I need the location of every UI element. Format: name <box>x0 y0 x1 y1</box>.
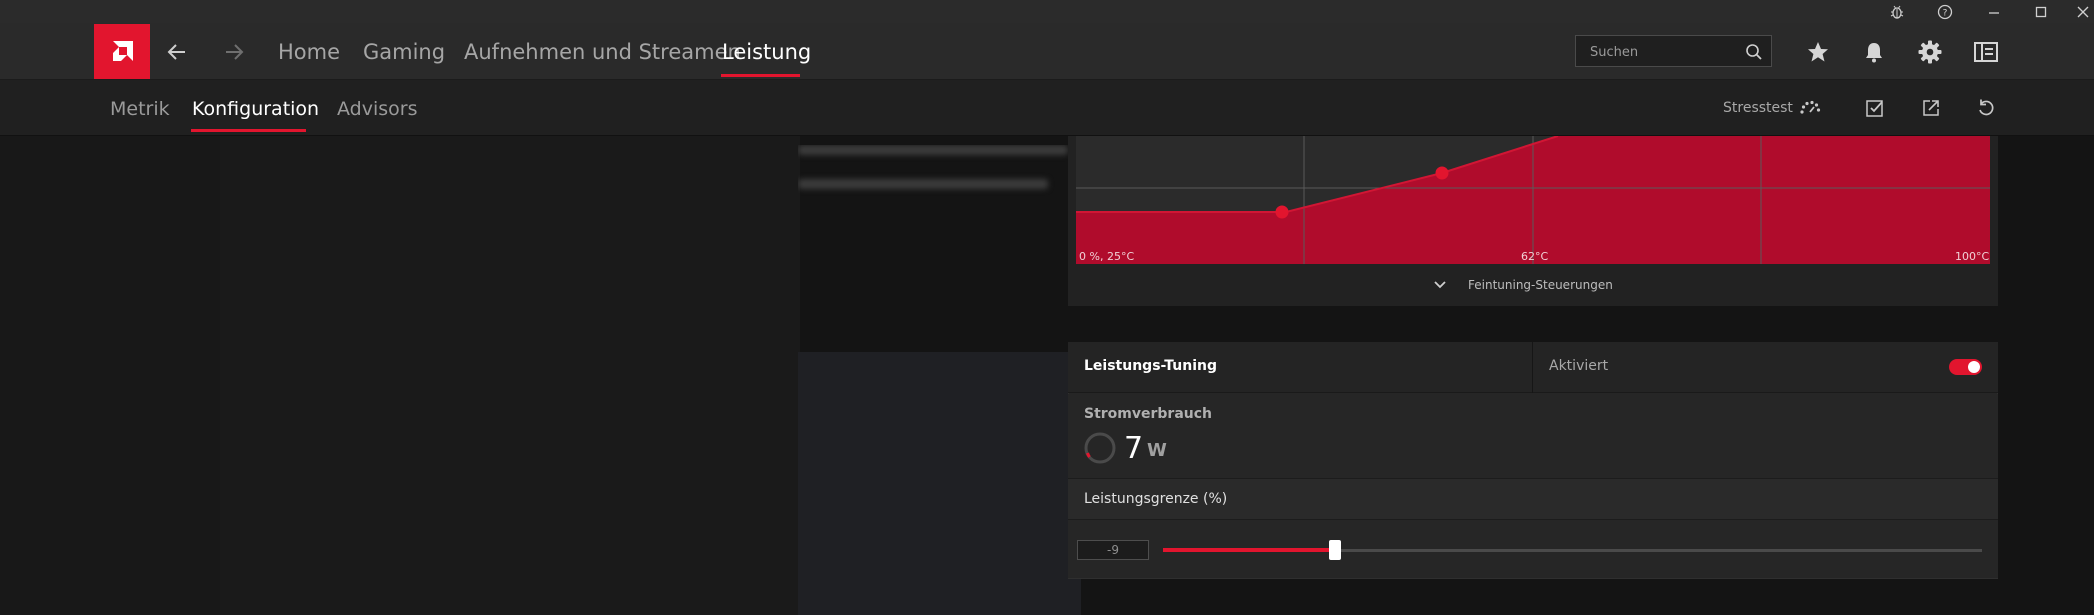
forward-arrow-icon[interactable] <box>218 38 250 66</box>
chevron-down-icon <box>1434 281 1446 289</box>
tab-konfiguration[interactable]: Konfiguration <box>192 98 319 120</box>
search-box[interactable] <box>1575 35 1772 67</box>
tuning-toggle[interactable] <box>1949 359 1982 375</box>
nav-active-indicator <box>721 74 800 77</box>
amd-logo-icon <box>113 40 133 61</box>
maximize-icon[interactable] <box>2026 0 2056 23</box>
chart-label-start: 0 %, 25°C <box>1079 250 1135 263</box>
toggle-knob <box>1968 361 1980 373</box>
chart-label-end: 100°C <box>1955 250 1990 263</box>
curve-point-1[interactable] <box>1275 205 1289 219</box>
reset-icon[interactable] <box>1971 94 2001 122</box>
minimize-icon[interactable] <box>1979 0 2009 23</box>
tab-metrik[interactable]: Metrik <box>110 98 170 120</box>
nav-gaming[interactable]: Gaming <box>363 40 445 64</box>
power-gauge-icon <box>1084 432 1116 464</box>
back-arrow-icon[interactable] <box>161 38 193 66</box>
tab-advisors[interactable]: Advisors <box>337 98 417 120</box>
fan-curve-chart[interactable] <box>1076 136 1990 264</box>
content-pane <box>220 136 800 615</box>
nav-aufnehmen-und-streamen[interactable]: Aufnehmen und Streamen <box>464 40 741 64</box>
stress-gauge-icon[interactable] <box>1795 94 1825 122</box>
amd-logo[interactable] <box>94 24 150 79</box>
stresstest-label[interactable]: Stresstest <box>1723 100 1793 116</box>
power-limit-thumb[interactable] <box>1328 540 1341 560</box>
blurred-panel <box>798 352 1081 615</box>
power-limit-input[interactable]: -9 <box>1077 540 1149 560</box>
svg-text:?: ? <box>1943 8 1948 18</box>
window-title-bar <box>0 0 2094 23</box>
sidebar-toggle-icon[interactable] <box>1969 36 2003 68</box>
fine-tune-label: Feintuning-Steuerungen <box>1468 278 1613 292</box>
search-input[interactable] <box>1588 41 1742 63</box>
power-limit-label: Leistungsgrenze (%) <box>1084 491 1228 507</box>
export-icon[interactable] <box>1916 94 1946 122</box>
power-unit: W <box>1147 440 1167 461</box>
header-divider <box>1532 342 1533 393</box>
star-icon[interactable] <box>1801 36 1835 68</box>
tuning-title: Leistungs-Tuning <box>1084 358 1218 374</box>
power-value: 7 <box>1124 431 1144 466</box>
bug-icon[interactable] <box>1882 0 1912 23</box>
blurred-description <box>798 145 1070 215</box>
tab-active-indicator <box>191 129 306 132</box>
chart-label-mid: 62°C <box>1521 250 1549 263</box>
gear-icon[interactable] <box>1913 36 1947 68</box>
nav-leistung[interactable]: Leistung <box>722 40 811 64</box>
left-pane <box>0 136 220 615</box>
nav-home[interactable]: Home <box>278 40 340 64</box>
help-icon[interactable]: ? <box>1930 0 1960 23</box>
apply-check-icon[interactable] <box>1860 94 1890 122</box>
bell-icon[interactable] <box>1857 36 1891 68</box>
power-label: Stromverbrauch <box>1084 406 1213 422</box>
fine-tune-toggle[interactable]: Feintuning-Steuerungen <box>1068 272 1998 302</box>
close-icon[interactable] <box>2068 0 2094 23</box>
curve-point-2[interactable] <box>1435 166 1449 180</box>
power-limit-fill <box>1163 548 1335 552</box>
search-icon[interactable] <box>1745 43 1763 61</box>
tuning-status: Aktiviert <box>1549 358 1609 374</box>
